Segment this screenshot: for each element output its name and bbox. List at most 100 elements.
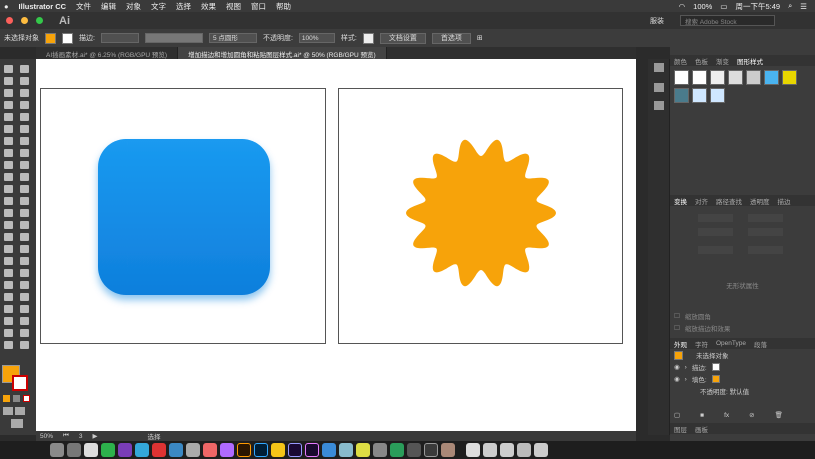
style-swatch-10[interactable]: [710, 88, 725, 103]
stroke-weight-field[interactable]: [100, 33, 139, 43]
tab-character[interactable]: 字符: [695, 339, 708, 349]
preferences-button[interactable]: 首选项: [431, 32, 471, 44]
document3-icon[interactable]: [517, 443, 531, 457]
rounded-rectangle-tool-icon[interactable]: [4, 293, 13, 301]
document-icon[interactable]: [483, 443, 497, 457]
menu-select[interactable]: 选择: [176, 1, 191, 12]
free-transform-tool-icon[interactable]: [20, 149, 29, 157]
pan-tool-icon[interactable]: [4, 341, 13, 349]
magnify-tool-icon[interactable]: [20, 329, 29, 337]
canvas[interactable]: [36, 59, 636, 431]
type-tool-icon[interactable]: [4, 101, 13, 109]
rectangle-tool-icon[interactable]: [20, 281, 29, 289]
zoom-in-tool-icon[interactable]: [20, 341, 29, 349]
tab-layers[interactable]: 图层: [674, 424, 687, 434]
style-swatch-2[interactable]: [692, 70, 707, 85]
app-purple-icon[interactable]: [220, 443, 234, 457]
none-mode-icon[interactable]: [23, 395, 30, 402]
wavy-circle-shape[interactable]: [406, 139, 556, 287]
tab-document-2[interactable]: 增加描边和增加圆角和粘贴图层样式.ai* @ 50% (RGB/GPU 预览): [178, 47, 387, 59]
mesh-tool-icon[interactable]: [4, 173, 13, 181]
terminal-icon[interactable]: [407, 443, 421, 457]
delete-icon[interactable]: 🗑: [775, 411, 783, 419]
rotate-tool-icon[interactable]: [4, 137, 13, 145]
appearance-fill-row[interactable]: ◉ › 填色:: [670, 373, 815, 385]
tab-transparency[interactable]: 透明度: [750, 196, 770, 206]
qq-icon[interactable]: [135, 443, 149, 457]
character-icon[interactable]: [654, 83, 664, 92]
appearance-stroke-swatch[interactable]: [711, 363, 720, 371]
height-field[interactable]: [748, 228, 783, 236]
blue-rounded-square[interactable]: [41, 89, 327, 345]
new-fill-icon[interactable]: ■: [700, 412, 704, 419]
code-editor-icon[interactable]: [424, 443, 438, 457]
apple-icon[interactable]: ●: [4, 2, 9, 11]
clock[interactable]: 周一下午5:49: [735, 1, 780, 12]
tab-gradient[interactable]: 渐变: [716, 56, 729, 66]
style-swatch-6[interactable]: [764, 70, 779, 85]
opacity-field[interactable]: 100%: [298, 33, 335, 43]
menu-help[interactable]: 帮助: [276, 1, 291, 12]
zoom-window-icon[interactable]: [36, 17, 43, 24]
variable-width-field[interactable]: [144, 33, 203, 43]
menu-edit[interactable]: 编辑: [101, 1, 116, 12]
photoshop-icon[interactable]: [254, 443, 268, 457]
document2-icon[interactable]: [500, 443, 514, 457]
artboard-2[interactable]: [338, 88, 623, 344]
stroke-color-icon[interactable]: [12, 375, 28, 391]
trash-icon[interactable]: [534, 443, 548, 457]
finder-icon[interactable]: [50, 443, 64, 457]
zoom-tool-icon[interactable]: [20, 305, 29, 313]
column-graph-tool-icon[interactable]: [20, 197, 29, 205]
width-field[interactable]: [748, 214, 783, 222]
curvature-tool-icon[interactable]: [20, 89, 29, 97]
telegram-icon[interactable]: [390, 443, 404, 457]
scale-corners-checkbox[interactable]: ☐ 缩放圆角: [670, 310, 815, 322]
expand-icon[interactable]: ›: [685, 364, 687, 371]
appearance-stroke-row[interactable]: ◉ › 描边:: [670, 361, 815, 373]
axure-icon[interactable]: [118, 443, 132, 457]
tab-opentype[interactable]: OpenType: [716, 340, 746, 347]
tab-appearance[interactable]: 外观: [674, 339, 687, 349]
paragraph-icon[interactable]: [654, 101, 664, 110]
tab-swatches[interactable]: 色板: [695, 56, 708, 66]
status-mode[interactable]: 选择: [148, 431, 161, 441]
draw-behind-icon[interactable]: [15, 407, 25, 415]
page-number[interactable]: 3: [79, 433, 83, 440]
artboard-tool-icon[interactable]: [4, 209, 13, 217]
eyedropper-alt-tool-icon[interactable]: [4, 305, 13, 313]
width-tool-icon[interactable]: [4, 149, 13, 157]
artboard-1[interactable]: [40, 88, 326, 344]
wifi-icon[interactable]: ◠: [679, 2, 686, 11]
gif-tool-icon[interactable]: [322, 443, 336, 457]
puppet-warp-tool-icon[interactable]: [4, 233, 13, 241]
sketch-icon[interactable]: [271, 443, 285, 457]
next-page-icon[interactable]: ▶: [93, 432, 98, 440]
style-swatch-3[interactable]: [710, 70, 725, 85]
slice-tool-icon[interactable]: [20, 209, 29, 217]
menu-object[interactable]: 对象: [126, 1, 141, 12]
orange-wavy-badge[interactable]: [339, 89, 624, 345]
blob-brush-tool-icon[interactable]: [4, 125, 13, 133]
arrange-icon[interactable]: ⊞: [477, 34, 483, 42]
after-effects-icon[interactable]: [288, 443, 302, 457]
draw-normal-icon[interactable]: [3, 407, 13, 415]
menu-window[interactable]: 窗口: [251, 1, 266, 12]
menu-effect[interactable]: 效果: [201, 1, 216, 12]
eye-icon[interactable]: ◉: [674, 375, 680, 383]
battery-icon[interactable]: ▭: [720, 2, 727, 11]
style-swatch-8[interactable]: [674, 88, 689, 103]
gradient-tool-icon[interactable]: [20, 173, 29, 181]
minimize-window-icon[interactable]: [21, 17, 28, 24]
rotate-field[interactable]: [698, 246, 733, 254]
tab-stroke[interactable]: 描边: [778, 196, 791, 206]
tab-document-1[interactable]: AI插画素材.ai* @ 6.25% (RGB/GPU 预览): [36, 47, 179, 59]
stock-search-input[interactable]: 搜索 Adobe Stock: [680, 15, 775, 26]
menu-file[interactable]: 文件: [76, 1, 91, 12]
app-brown-icon[interactable]: [441, 443, 455, 457]
system-preferences-icon[interactable]: [84, 443, 98, 457]
flare-tool-icon[interactable]: [20, 257, 29, 265]
app-red-icon[interactable]: [152, 443, 166, 457]
rounded-rect-shape[interactable]: [98, 139, 270, 295]
launchpad-icon[interactable]: [67, 443, 81, 457]
